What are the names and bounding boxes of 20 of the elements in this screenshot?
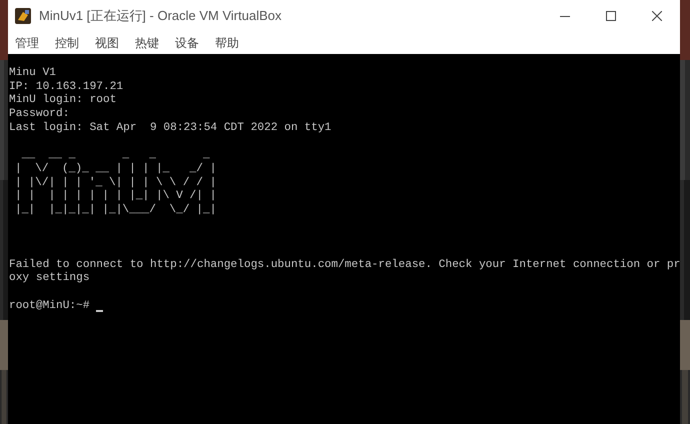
maximize-icon	[606, 11, 616, 21]
text-cursor	[96, 310, 104, 312]
menu-item[interactable]: 设备	[173, 34, 201, 52]
terminal-line: Minu V1	[9, 67, 57, 81]
terminal-line: Failed to connect to http://changelogs.ubuntu.com/meta-release. Check your Internet connection or pr	[9, 258, 680, 272]
menu-item[interactable]: 控制	[53, 34, 81, 52]
terminal-line: Last login: Sat Apr 9 08:23:54 CDT 2022 on tty1	[9, 122, 332, 136]
shell-prompt: root@MinU:~#	[9, 300, 91, 314]
menu-item[interactable]: 管理	[13, 34, 41, 52]
menu-item[interactable]: 视图	[93, 34, 121, 52]
close-icon	[652, 11, 662, 21]
ascii-art-text: __ __ _ _ _ _ | \/ (_)_ __ | | | |_ _/ | | |\/| | | '_ \| | | \ \ / / | | | | | | | | | |_| |\ V /| | |_| |_|_|_| |_|\___/ \_/ |_|	[15, 149, 216, 218]
terminal-line: Password:	[9, 108, 70, 122]
terminal-line: IP: 10.163.197.21	[9, 80, 124, 94]
menu-item[interactable]: 热键	[133, 34, 161, 52]
app-icon	[15, 8, 31, 24]
window-title: MinUv1 [正在运行] - Oracle VM VirtualBox	[39, 7, 282, 26]
menu-item[interactable]: 帮助	[213, 34, 241, 52]
terminal-line: oxy settings	[9, 272, 91, 286]
terminal-line: MinU login: root	[9, 94, 118, 108]
